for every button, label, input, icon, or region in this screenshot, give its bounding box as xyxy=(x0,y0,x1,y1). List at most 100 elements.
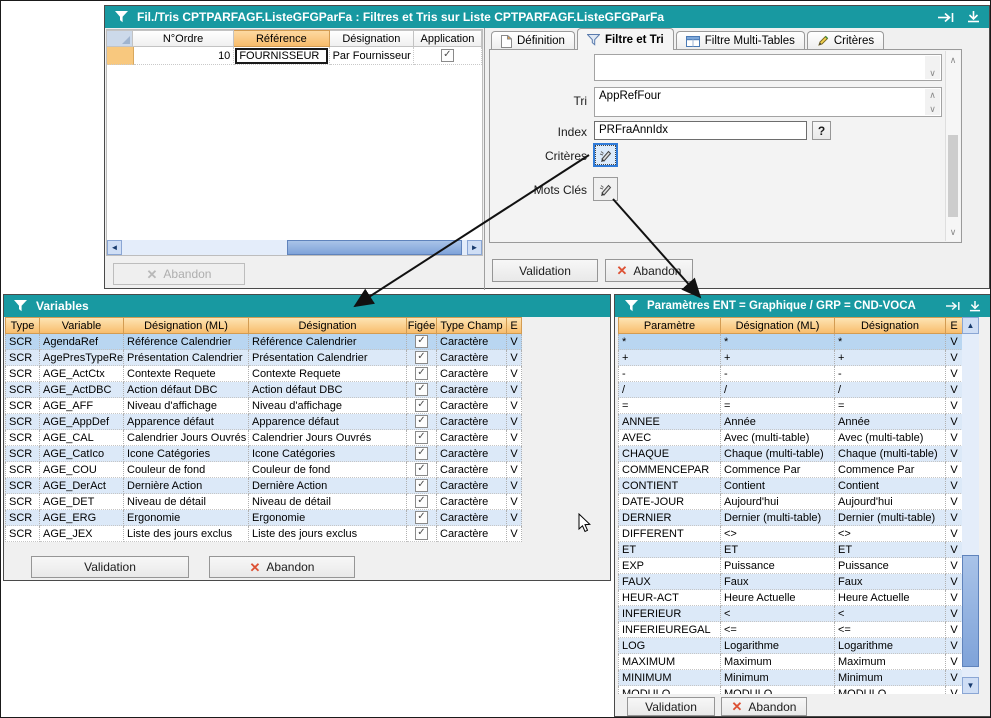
column-header-designation[interactable]: Désignation xyxy=(330,30,414,47)
column-header[interactable]: Désignation xyxy=(835,317,946,334)
column-header[interactable]: E xyxy=(507,317,522,334)
table-row[interactable]: ETETETV xyxy=(618,542,963,558)
table-row[interactable]: SCRAGE_DerActDernière ActionDernière Act… xyxy=(5,478,522,494)
checkbox-checked[interactable]: ✓ xyxy=(415,399,428,412)
validation-button[interactable]: Validation xyxy=(627,697,715,716)
table-row[interactable]: ANNEEAnnéeAnnéeV xyxy=(618,414,963,430)
column-header-ordre[interactable]: N°Ordre xyxy=(133,30,233,47)
table-row[interactable]: +++V xyxy=(618,350,963,366)
table-row[interactable]: SCRAGE_CatIcoIcone CatégoriesIcone Catég… xyxy=(5,446,522,462)
arrow-to-bar-icon[interactable] xyxy=(946,301,961,311)
table-row[interactable]: DATE-JOURAujourd'huiAujourd'huiV xyxy=(618,494,963,510)
tab-filtre-et-tri[interactable]: Filtre et Tri xyxy=(577,28,674,50)
scroll-up-button[interactable]: ▲ xyxy=(962,317,979,334)
abandon-button[interactable]: ✕ Abandon xyxy=(209,556,355,578)
scrollbar-thumb[interactable] xyxy=(287,240,462,255)
tab-criteres[interactable]: Critères xyxy=(807,31,884,50)
checkbox-checked[interactable]: ✓ xyxy=(415,495,428,508)
column-header[interactable]: Type Champ xyxy=(437,317,507,334)
table-row[interactable]: ***V xyxy=(618,334,963,350)
validation-button[interactable]: Validation xyxy=(31,556,189,578)
table-row[interactable]: MAXIMUMMaximumMaximumV xyxy=(618,654,963,670)
row-marker[interactable] xyxy=(107,47,134,65)
table-row[interactable]: SCRAgePresTypeRefPrésentation Calendrier… xyxy=(5,350,522,366)
column-header[interactable]: Variable xyxy=(40,317,124,334)
checkbox-checked[interactable]: ✓ xyxy=(415,431,428,444)
column-header[interactable]: E xyxy=(946,317,963,334)
scroll-up-button[interactable]: ∧ xyxy=(950,54,957,66)
tri-field[interactable]: AppRefFour ∧∨ xyxy=(594,87,942,117)
table-row[interactable]: HEUR-ACTHeure ActuelleHeure ActuelleV xyxy=(618,590,963,606)
column-header[interactable]: Figée xyxy=(407,317,437,334)
variables-window-titlebar[interactable]: Variables xyxy=(4,295,610,317)
checkbox-checked[interactable]: ✓ xyxy=(415,511,428,524)
table-row[interactable]: SCRAgendaRefRéférence CalendrierRéférenc… xyxy=(5,334,522,350)
checkbox-checked[interactable]: ✓ xyxy=(441,49,454,62)
criteres-edit-button[interactable] xyxy=(593,143,618,167)
checkbox-checked[interactable]: ✓ xyxy=(415,383,428,396)
tab-filtre-multi-tables[interactable]: Filtre Multi-Tables xyxy=(676,31,805,50)
table-row[interactable]: INFERIEUR<<V xyxy=(618,606,963,622)
scroll-down-button[interactable]: ∨ xyxy=(950,226,957,238)
column-header[interactable]: Type xyxy=(5,317,40,334)
table-row[interactable]: ---V xyxy=(618,366,963,382)
index-help-button[interactable]: ? xyxy=(812,121,831,140)
checkbox-checked[interactable]: ✓ xyxy=(415,415,428,428)
table-row[interactable]: SCRAGE_ActCtxContexte RequeteContexte Re… xyxy=(5,366,522,382)
table-row[interactable]: INFERIEUREGAL<=<=V xyxy=(618,622,963,638)
table-row[interactable]: SCRAGE_COUCouleur de fondCouleur de fond… xyxy=(5,462,522,478)
table-row[interactable]: DERNIERDernier (multi-table)Dernier (mul… xyxy=(618,510,963,526)
table-row[interactable]: FAUXFauxFauxV xyxy=(618,574,963,590)
mots-cles-edit-button[interactable] xyxy=(593,177,618,201)
download-icon[interactable] xyxy=(969,301,981,312)
vertical-scrollbar[interactable]: ▲ ▼ xyxy=(962,317,979,694)
table-row[interactable]: CHAQUEChaque (multi-table)Chaque (multi-… xyxy=(618,446,963,462)
column-header[interactable]: Paramètre xyxy=(618,317,721,334)
table-row[interactable]: SCRAGE_ERGErgonomieErgonomie✓CaractèreV xyxy=(5,510,522,526)
table-row[interactable]: AVECAvec (multi-table)Avec (multi-table)… xyxy=(618,430,963,446)
index-field[interactable]: PRFraAnnIdx xyxy=(594,121,807,140)
checkbox-checked[interactable]: ✓ xyxy=(415,447,428,460)
tab-definition[interactable]: Définition xyxy=(491,31,575,50)
scroll-down-button[interactable]: ▼ xyxy=(962,677,979,694)
abandon-button[interactable]: ✕ Abandon xyxy=(605,259,693,282)
column-header[interactable]: Désignation xyxy=(249,317,407,334)
checkbox-checked[interactable]: ✓ xyxy=(415,479,428,492)
reference-edit-field[interactable]: FOURNISSEUR xyxy=(235,48,327,64)
panel-vertical-scrollbar[interactable]: ∧ ∨ xyxy=(945,51,960,241)
filter-window-titlebar[interactable]: Fil./Tris CPTPARFAGF.ListeGFGParFa : Fil… xyxy=(105,6,989,28)
combo-dropdown-button[interactable]: ∨ xyxy=(925,56,940,79)
table-row[interactable]: SCRAGE_JEXListe des jours exclusListe de… xyxy=(5,526,522,542)
table-row[interactable]: SCRAGE_AFFNiveau d'affichageNiveau d'aff… xyxy=(5,398,522,414)
checkbox-checked[interactable]: ✓ xyxy=(415,367,428,380)
column-header-application[interactable]: Application xyxy=(414,30,482,47)
parametres-window-titlebar[interactable]: Paramètres ENT = Graphique / GRP = CND-V… xyxy=(615,295,990,317)
table-row[interactable]: DIFFERENT<><>V xyxy=(618,526,963,542)
table-row[interactable]: ///V xyxy=(618,382,963,398)
download-icon[interactable] xyxy=(967,11,980,23)
table-row[interactable]: COMMENCEPARCommence ParCommence ParV xyxy=(618,462,963,478)
tri-spinner[interactable]: ∧∨ xyxy=(925,89,940,115)
checkbox-checked[interactable]: ✓ xyxy=(415,463,428,476)
table-row[interactable]: MODULOMODULOMODULOV xyxy=(618,686,963,694)
table-row[interactable]: SCRAGE_DETNiveau de détailNiveau de déta… xyxy=(5,494,522,510)
filtre-combo-field[interactable]: ∨ xyxy=(594,54,942,81)
select-all-corner[interactable] xyxy=(107,30,133,47)
checkbox-checked[interactable]: ✓ xyxy=(415,351,428,364)
scrollbar-track[interactable] xyxy=(962,334,979,677)
abandon-left-button[interactable]: ✕ Abandon xyxy=(113,263,245,285)
table-row[interactable]: ===V xyxy=(618,398,963,414)
scrollbar-thumb[interactable] xyxy=(962,555,979,667)
table-row[interactable]: EXPPuissancePuissanceV xyxy=(618,558,963,574)
scroll-right-button[interactable]: ► xyxy=(467,240,482,255)
table-row[interactable]: SCRAGE_AppDefApparence défautApparence d… xyxy=(5,414,522,430)
scrollbar-thumb[interactable] xyxy=(948,135,958,217)
table-row[interactable]: CONTIENTContientContientV xyxy=(618,478,963,494)
table-row[interactable]: 10 FOURNISSEUR Par Fournisseur ✓ xyxy=(107,47,482,65)
abandon-button[interactable]: ✕ Abandon xyxy=(721,697,807,716)
table-row[interactable]: MINIMUMMinimumMinimumV xyxy=(618,670,963,686)
scroll-left-button[interactable]: ◄ xyxy=(107,240,122,255)
checkbox-checked[interactable]: ✓ xyxy=(415,335,428,348)
checkbox-checked[interactable]: ✓ xyxy=(415,527,428,540)
column-header[interactable]: Désignation (ML) xyxy=(721,317,835,334)
